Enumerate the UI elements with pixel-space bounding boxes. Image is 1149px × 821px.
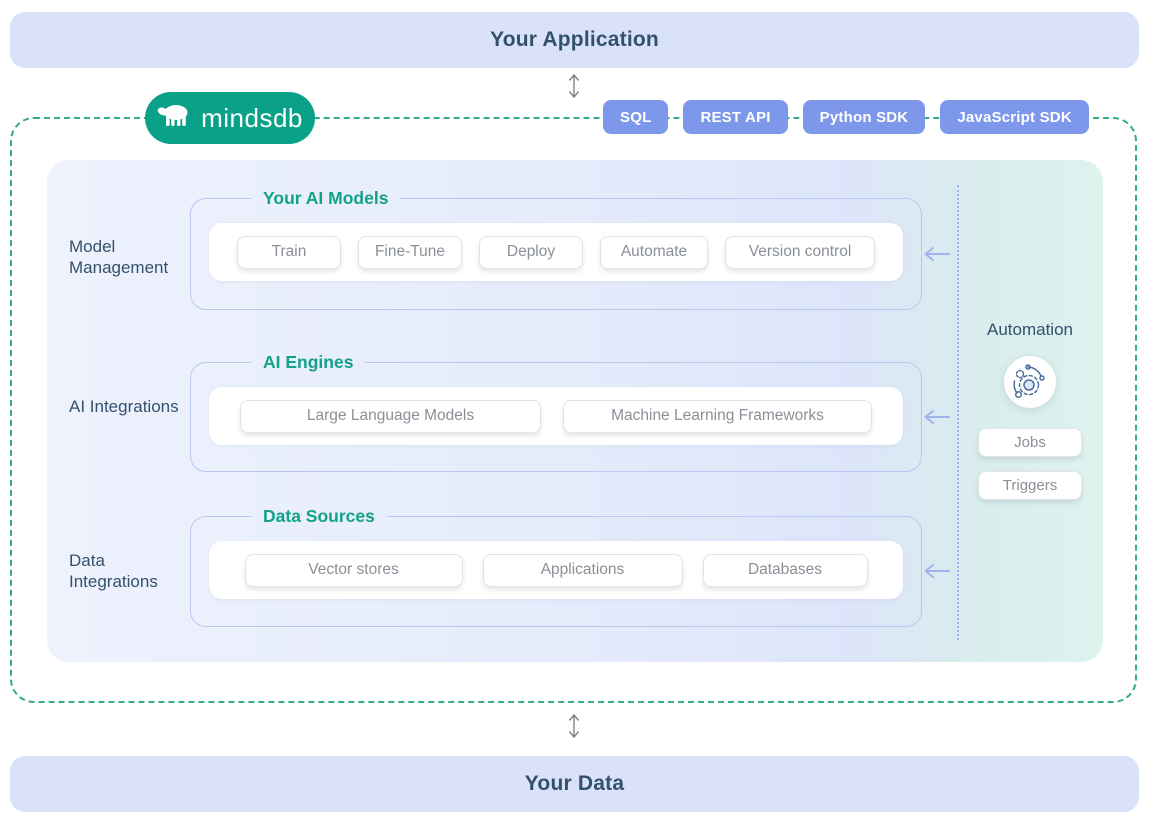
data-sources-strip: Vector stores Applications Databases [209, 541, 903, 599]
mindsdb-wordmark: mindsdb [201, 103, 303, 134]
chip-train[interactable]: Train [237, 236, 341, 269]
updown-arrow-icon [567, 712, 581, 745]
jobs-button[interactable]: Jobs [978, 428, 1082, 457]
your-data-label: Your Data [525, 772, 624, 796]
your-application-banner: Your Application [10, 12, 1139, 68]
ai-engines-strip: Large Language Models Machine Learning F… [209, 387, 903, 445]
chip-automate[interactable]: Automate [600, 236, 708, 269]
badge-rest-api[interactable]: REST API [683, 100, 787, 134]
label-model-management: Model Management [69, 236, 187, 278]
chip-machine-learning-frameworks[interactable]: Machine Learning Frameworks [563, 400, 872, 433]
automation-column: Automation Jobs Triggers [959, 320, 1101, 500]
automation-title: Automation [987, 320, 1073, 340]
chip-applications[interactable]: Applications [483, 554, 683, 587]
badge-javascript-sdk[interactable]: JavaScript SDK [940, 100, 1089, 134]
chip-databases[interactable]: Databases [703, 554, 868, 587]
left-arrow-icon [921, 408, 951, 431]
your-ai-models-strip: Train Fine-Tune Deploy Automate Version … [209, 223, 903, 281]
chip-vector-stores[interactable]: Vector stores [245, 554, 463, 587]
automation-gears-icon [1004, 356, 1056, 408]
triggers-button[interactable]: Triggers [978, 471, 1082, 500]
api-badges-row: SQL REST API Python SDK JavaScript SDK [603, 100, 1089, 134]
mindsdb-logo: mindsdb [145, 92, 315, 144]
updown-arrow-icon [567, 72, 581, 105]
chip-deploy[interactable]: Deploy [479, 236, 583, 269]
section-title-your-ai-models: Your AI Models [251, 188, 400, 209]
mindsdb-bear-icon [157, 102, 193, 135]
left-arrow-icon [921, 245, 951, 268]
section-title-data-sources: Data Sources [251, 506, 387, 527]
chip-fine-tune[interactable]: Fine-Tune [358, 236, 462, 269]
main-panel: Model Management AI Integrations Data In… [47, 160, 1103, 662]
label-ai-integrations: AI Integrations [69, 396, 187, 417]
your-application-label: Your Application [490, 28, 659, 52]
your-data-banner: Your Data [10, 756, 1139, 812]
chip-large-language-models[interactable]: Large Language Models [240, 400, 541, 433]
chip-version-control[interactable]: Version control [725, 236, 875, 269]
section-title-ai-engines: AI Engines [251, 352, 365, 373]
section-your-ai-models: Your AI Models Train Fine-Tune Deploy Au… [190, 188, 922, 310]
badge-sql[interactable]: SQL [603, 100, 668, 134]
badge-python-sdk[interactable]: Python SDK [803, 100, 926, 134]
mindsdb-architecture-diagram: Your Application mindsdb SQL [0, 0, 1149, 821]
section-data-sources: Data Sources Vector stores Applications … [190, 506, 922, 627]
left-arrow-icon [921, 562, 951, 585]
section-ai-engines: AI Engines Large Language Models Machine… [190, 352, 922, 472]
label-data-integrations: Data Integrations [69, 550, 187, 592]
